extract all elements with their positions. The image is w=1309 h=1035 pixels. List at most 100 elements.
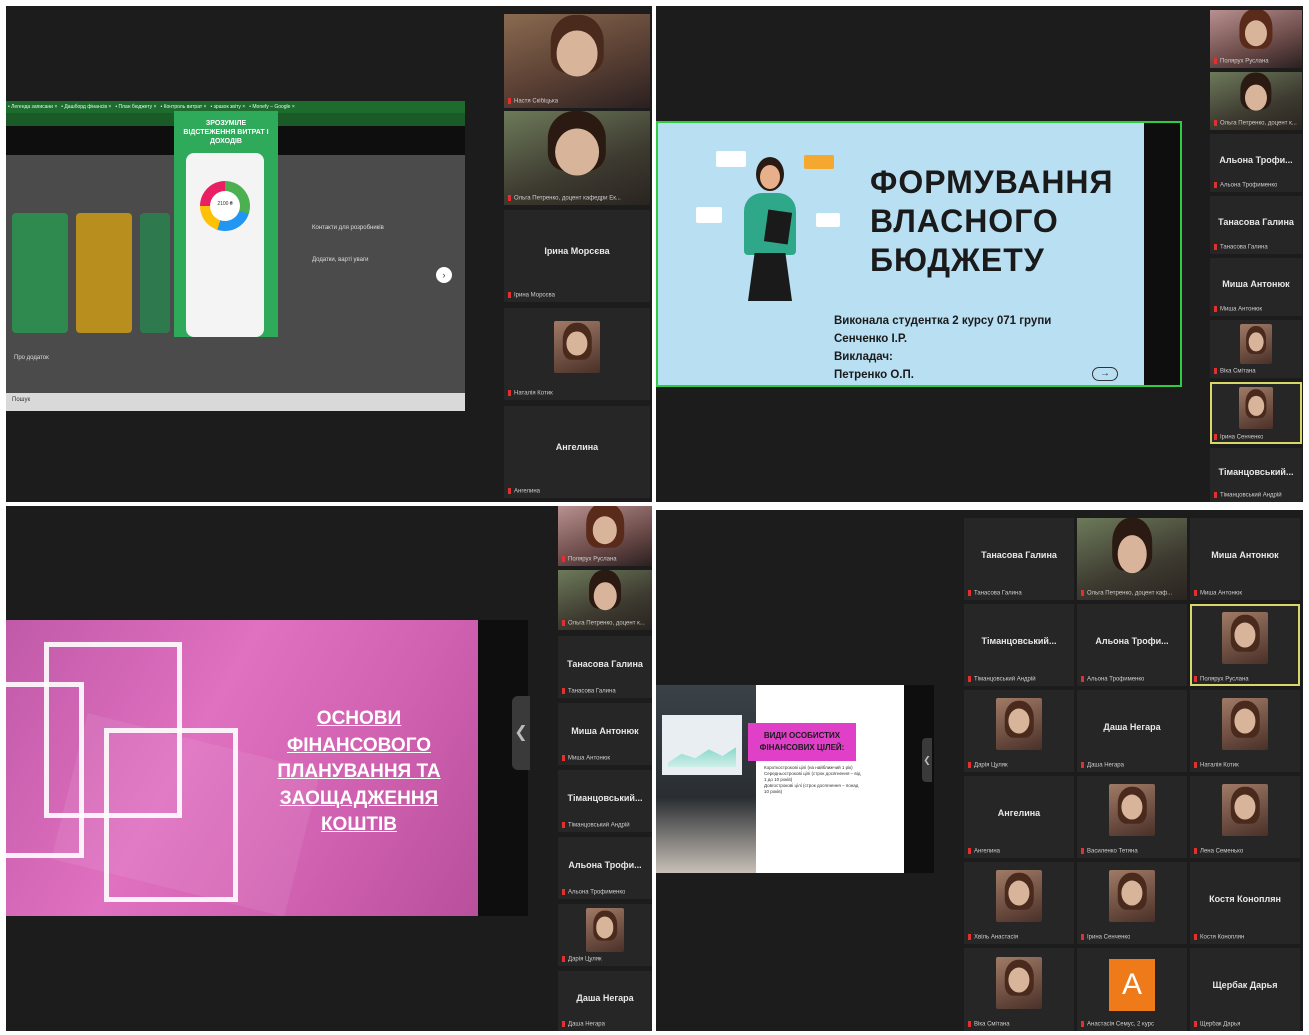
participant-tile-avatar[interactable]: Полярух Руслана bbox=[1190, 604, 1300, 686]
participant-tile[interactable]: Альона Трофи... Альона Трофименко bbox=[1077, 604, 1187, 686]
participant-name: Ангелина bbox=[968, 848, 1000, 855]
side-heading-2: Додатки, варті уваги bbox=[312, 257, 369, 263]
participant-tile[interactable]: Альона Трофи... Альона Трофименко bbox=[1210, 134, 1302, 192]
participant-tile-avatar[interactable]: Наталія Котик bbox=[504, 308, 650, 400]
participant-tile[interactable]: Ангелина Ангелина bbox=[504, 406, 650, 498]
taskbar-search[interactable]: Пошук bbox=[12, 397, 30, 403]
side-heading: Контакти для розробників bbox=[312, 225, 384, 231]
app-screenshot-card bbox=[12, 213, 68, 333]
promo-text: ЗРОЗУМІЛЕ ВІДСТЕЖЕННЯ ВИТРАТ І ДОХОДІВ bbox=[183, 120, 269, 145]
participant-name: Ірина Сенченко bbox=[1081, 934, 1130, 941]
participant-tile[interactable]: Щербак Дарья Щербак Дарья bbox=[1190, 948, 1300, 1031]
participant-tile-avatar[interactable]: Василенко Тетяна bbox=[1077, 776, 1187, 858]
participant-name: Миша Антонюк bbox=[1214, 306, 1262, 313]
participant-tile-video[interactable]: Ольга Петренко, доцент кафедри Ек... bbox=[504, 111, 650, 205]
participant-tile-video[interactable]: Ольга Петренко, доцент каф... bbox=[1077, 518, 1187, 600]
participant-name: Ольга Петренко, доцент к... bbox=[1214, 120, 1297, 127]
meeting-screenshot-1: • Легенда записани × • Дашборд фінансів … bbox=[6, 6, 652, 502]
participant-display-name: Танасова Галина bbox=[981, 549, 1057, 560]
participant-tile-avatar[interactable]: Наталія Котик bbox=[1190, 690, 1300, 772]
chart-card-icon bbox=[716, 151, 746, 167]
shared-slide: ФОРМУВАННЯ ВЛАСНОГО БЮДЖЕТУ Виконала сту… bbox=[656, 121, 1182, 387]
browser-tab[interactable]: • План бюджету × bbox=[115, 101, 156, 113]
participant-name: Анастасія Семус, 2 курс bbox=[1081, 1021, 1154, 1028]
participant-tile[interactable]: Даша Негара Даша Негара bbox=[558, 971, 652, 1031]
participant-display-name: Тіманцовський... bbox=[1218, 467, 1294, 478]
participant-name: Костя Коноплян bbox=[1194, 934, 1244, 941]
avatar bbox=[1109, 870, 1155, 923]
participant-display-name: Танасова Галина bbox=[567, 658, 643, 669]
slide-title: ОСНОВИ ФІНАНСОВОГО ПЛАНУВАННЯ ТА ЗАОЩАДЖ… bbox=[277, 708, 441, 835]
laptop-photo bbox=[656, 685, 756, 873]
taskbar: Пошук bbox=[6, 393, 465, 411]
shared-screen: • Легенда записани × • Дашборд фінансів … bbox=[6, 101, 465, 411]
participant-display-name: Миша Антонюк bbox=[1222, 279, 1290, 290]
participant-name: Миша Антонюк bbox=[1194, 590, 1242, 597]
participant-tile[interactable]: Альона Трофи... Альона Трофименко bbox=[558, 837, 652, 899]
participant-tile-video[interactable]: Настя Скібіцька bbox=[504, 14, 650, 108]
participant-tile-avatar[interactable]: Ірина Сенченко bbox=[1210, 382, 1302, 444]
side-panel-toggle[interactable]: ❮ bbox=[512, 696, 530, 770]
participant-tile-avatar[interactable]: Дарія Цуляк bbox=[558, 904, 652, 966]
participant-tile[interactable]: Тіманцовський... Тіманцовський Андрій bbox=[558, 770, 652, 832]
avatar bbox=[996, 698, 1042, 751]
participant-name: Танасова Галина bbox=[562, 688, 616, 695]
side-panel-toggle[interactable]: ❮ bbox=[922, 738, 932, 782]
slide-teacher-label: Викладач: bbox=[834, 351, 893, 363]
participant-strip: Настя Скібіцька Ольга Петренко, доцент к… bbox=[504, 14, 650, 502]
participant-display-name: Альона Трофи... bbox=[1219, 155, 1293, 166]
participant-tile[interactable]: Костя Коноплян Костя Коноплян bbox=[1190, 862, 1300, 944]
browser-tab[interactable]: • Легенда записани × bbox=[8, 101, 57, 113]
carousel-next-button[interactable]: › bbox=[436, 267, 452, 283]
participant-tile-video[interactable]: Полярух Руслана bbox=[1210, 10, 1302, 68]
participant-tile[interactable]: Миша Антонюк Миша Антонюк bbox=[558, 703, 652, 765]
participant-name: Альона Трофименко bbox=[1081, 676, 1144, 683]
gallery-grid: Танасова Галина Танасова Галина Ольга Пе… bbox=[964, 518, 1303, 1031]
participant-tile-letter[interactable]: A Анастасія Семус, 2 курс bbox=[1077, 948, 1187, 1031]
participant-tile-avatar[interactable]: Віка Смітана bbox=[964, 948, 1074, 1031]
participant-tile[interactable]: Миша Антонюк Миша Антонюк bbox=[1210, 258, 1302, 316]
frame-square bbox=[6, 682, 84, 858]
participant-tile-video[interactable]: Ольга Петренко, доцент к... bbox=[1210, 72, 1302, 130]
participant-name: Миша Антонюк bbox=[562, 755, 610, 762]
participant-tile[interactable]: Ірина Морсєва Ірина Морсєва bbox=[504, 210, 650, 302]
participant-name: Полярух Руслана bbox=[1194, 676, 1249, 683]
participant-display-name: Ірина Морсєва bbox=[544, 246, 610, 257]
participant-name: Наталія Котик bbox=[1194, 762, 1239, 769]
participant-tile-avatar[interactable]: Дарія Цуляк bbox=[964, 690, 1074, 772]
participant-tile[interactable]: Тіманцовський... Тіманцовський Андрій bbox=[1210, 448, 1302, 502]
meeting-screenshot-2: ФОРМУВАННЯ ВЛАСНОГО БЮДЖЕТУ Виконала сту… bbox=[656, 6, 1303, 502]
slide-canvas: ОСНОВИ ФІНАНСОВОГО ПЛАНУВАННЯ ТА ЗАОЩАДЖ… bbox=[6, 620, 478, 916]
avatar bbox=[1222, 612, 1268, 665]
participant-name: Полярух Руслана bbox=[562, 556, 617, 563]
participant-name: Лена Семенько bbox=[1194, 848, 1243, 855]
participant-tile[interactable]: Танасова Галина Танасова Галина bbox=[558, 636, 652, 698]
participant-tile-avatar[interactable]: Хвіль Анастасія bbox=[964, 862, 1074, 944]
participant-tile[interactable]: Танасова Галина Танасова Галина bbox=[1210, 196, 1302, 254]
participant-display-name: Миша Антонюк bbox=[1211, 549, 1279, 560]
participant-tile-avatar[interactable]: Ірина Сенченко bbox=[1077, 862, 1187, 944]
participant-tile[interactable]: Танасова Галина Танасова Галина bbox=[964, 518, 1074, 600]
participant-display-name: Костя Коноплян bbox=[1209, 893, 1281, 904]
slide-badge: ВИДИ ОСОБИСТИХ ФІНАНСОВИХ ЦІЛЕЙ: bbox=[748, 723, 856, 761]
participant-tile[interactable]: Тіманцовський... Тіманцовський Андрій bbox=[964, 604, 1074, 686]
participant-tile[interactable]: Даша Негара Даша Негара bbox=[1077, 690, 1187, 772]
slide-teacher-name: Петренко О.П. bbox=[834, 369, 914, 381]
participant-tile-avatar[interactable]: Лена Семенько bbox=[1190, 776, 1300, 858]
participant-display-name: Альона Трофи... bbox=[568, 859, 642, 870]
participant-name: Ольга Петренко, доцент кафедри Ек... bbox=[508, 195, 621, 202]
participant-display-name: Щербак Дарья bbox=[1212, 980, 1278, 991]
slide-canvas: ВИДИ ОСОБИСТИХ ФІНАНСОВИХ ЦІЛЕЙ: Коротко… bbox=[656, 685, 904, 873]
participant-tile[interactable]: Ангелина Ангелина bbox=[964, 776, 1074, 858]
participant-tile[interactable]: Миша Антонюк Миша Антонюк bbox=[1190, 518, 1300, 600]
slide-title: ФОРМУВАННЯ ВЛАСНОГО БЮДЖЕТУ bbox=[870, 164, 1114, 278]
participant-strip: Полярух Руслана Ольга Петренко, доцент к… bbox=[558, 506, 652, 1031]
participant-strip: Полярух Руслана Ольга Петренко, доцент к… bbox=[1210, 10, 1302, 502]
chevron-right-icon: › bbox=[442, 270, 446, 280]
participant-tile-avatar[interactable]: Віка Смітана bbox=[1210, 320, 1302, 378]
slide-next-button[interactable]: → bbox=[1092, 367, 1118, 381]
participant-tile-video[interactable]: Ольга Петренко, доцент к... bbox=[558, 570, 652, 630]
browser-tab[interactable]: • Дашборд фінансів × bbox=[61, 101, 111, 113]
avatar bbox=[996, 956, 1042, 1009]
participant-tile-video[interactable]: Полярух Руслана bbox=[558, 506, 652, 566]
